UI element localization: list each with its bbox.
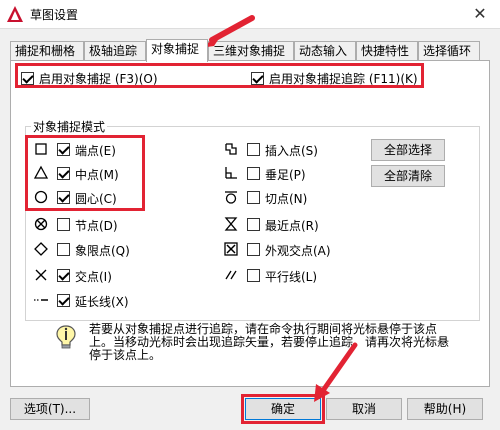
- tab-object-snap[interactable]: 对象捕捉: [146, 39, 208, 62]
- arrow-to-ok-button: [314, 342, 358, 402]
- annotation-arrows: [200, 15, 358, 402]
